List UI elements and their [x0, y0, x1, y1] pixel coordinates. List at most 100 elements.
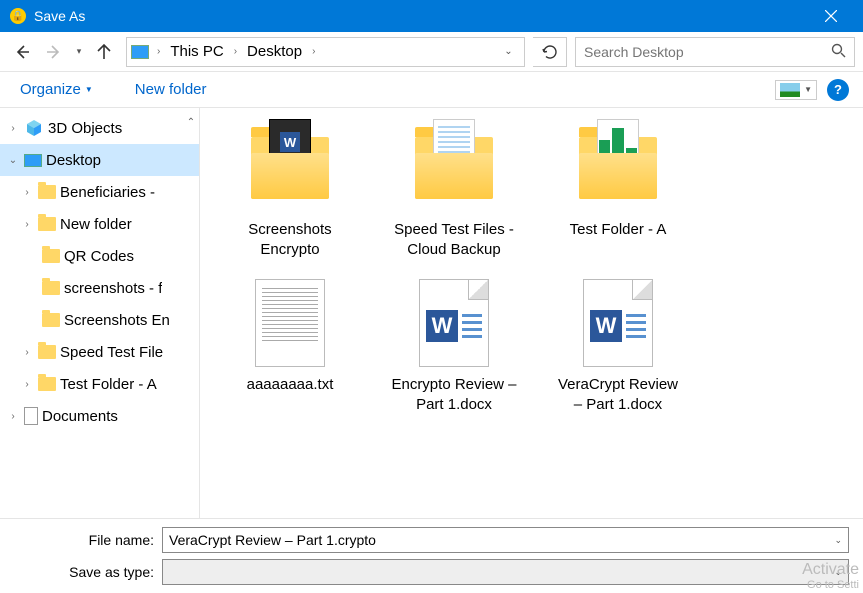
expand-toggle-icon[interactable] [20, 219, 34, 230]
help-button[interactable]: ? [827, 79, 849, 101]
app-lock-icon: 🔒 [10, 8, 26, 24]
tree-item-3dobjects[interactable]: 3D Objects [0, 112, 199, 144]
expand-toggle-icon[interactable] [20, 187, 34, 198]
file-item-veracrypt-review[interactable]: W VeraCrypt Review – Part 1.docx [548, 271, 688, 418]
file-thumbnail [242, 275, 338, 371]
arrow-up-icon [95, 43, 113, 61]
file-item-speedtest-files[interactable]: Speed Test Files - Cloud Backup [384, 116, 524, 263]
file-item-screenshots-encrypto[interactable]: W Screenshots Encrypto [220, 116, 360, 263]
tree-item-beneficiaries[interactable]: Beneficiaries - [0, 176, 199, 208]
chevron-right-icon[interactable]: › [310, 46, 317, 57]
up-button[interactable] [90, 38, 118, 66]
expand-toggle-icon[interactable] [6, 123, 20, 134]
folder-icon [42, 313, 60, 327]
file-grid[interactable]: W Screenshots Encrypto Speed Test Files - … [200, 108, 863, 518]
file-item-aaaaaaaa[interactable]: aaaaaaaa.txt [220, 271, 360, 418]
close-button[interactable] [808, 0, 853, 32]
file-item-encrypto-review[interactable]: W Encrypto Review – Part 1.docx [384, 271, 524, 418]
tree-item-label: New folder [60, 216, 132, 233]
chevron-right-icon[interactable]: › [232, 46, 239, 57]
scroll-up-icon[interactable]: ⌃ [183, 112, 199, 132]
tree-item-newfolder[interactable]: New folder [0, 208, 199, 240]
file-label: VeraCrypt Review – Part 1.docx [552, 375, 684, 414]
tree-item-label: Speed Test File [60, 344, 163, 361]
file-thumbnail [406, 120, 502, 216]
chevron-right-icon[interactable]: › [155, 46, 162, 57]
address-bar[interactable]: › This PC › Desktop › ⌄ [126, 37, 525, 67]
tree-item-label: Beneficiaries - [60, 184, 155, 201]
chevron-down-icon[interactable]: ⌄ [834, 567, 842, 578]
expand-toggle-icon[interactable] [20, 379, 34, 390]
body-pane: ⌃ 3D Objects Desktop Beneficiaries - New f… [0, 108, 863, 518]
tree-item-screenshots-en[interactable]: Screenshots En [0, 304, 199, 336]
breadcrumb-thispc[interactable]: This PC [164, 41, 229, 62]
address-dropdown[interactable]: ⌄ [496, 38, 520, 66]
file-label: Speed Test Files - Cloud Backup [388, 220, 520, 259]
folder-icon [38, 217, 56, 231]
folder-icon [38, 345, 56, 359]
filename-label: File name: [14, 532, 154, 548]
tree-item-label: QR Codes [64, 248, 134, 265]
forward-button[interactable] [40, 38, 68, 66]
file-item-testfolder-a[interactable]: Test Folder - A [548, 116, 688, 263]
tree-item-label: Documents [42, 408, 118, 425]
tree-item-label: screenshots - f [64, 280, 162, 297]
file-label: Screenshots Encrypto [224, 220, 356, 259]
savetype-label: Save as type: [14, 564, 154, 580]
new-folder-label: New folder [135, 81, 207, 98]
file-thumbnail [570, 120, 666, 216]
file-label: Test Folder - A [570, 220, 667, 240]
arrow-left-icon [13, 43, 31, 61]
tree-item-label: Desktop [46, 152, 101, 169]
nav-bar: ▾ › This PC › Desktop › ⌄ [0, 32, 863, 72]
tree-item-testfolder[interactable]: Test Folder - A [0, 368, 199, 400]
tree-item-label: Screenshots En [64, 312, 170, 329]
file-label: Encrypto Review – Part 1.docx [388, 375, 520, 414]
back-button[interactable] [8, 38, 36, 66]
filename-value: VeraCrypt Review – Part 1.crypto [169, 532, 376, 548]
close-icon [825, 10, 837, 22]
file-thumbnail: W [570, 275, 666, 371]
folder-icon [42, 281, 60, 295]
expand-toggle-icon[interactable] [6, 155, 20, 166]
search-box[interactable] [575, 37, 855, 67]
folder-tree[interactable]: ⌃ 3D Objects Desktop Beneficiaries - New f… [0, 108, 200, 518]
savetype-combo[interactable]: ⌄ [162, 559, 849, 585]
organize-label: Organize [20, 81, 81, 98]
arrow-right-icon [45, 43, 63, 61]
toolbar: Organize ▼ New folder ▼ ? [0, 72, 863, 108]
refresh-icon [542, 44, 558, 60]
tree-item-documents[interactable]: Documents [0, 400, 199, 432]
cube-icon [24, 120, 44, 136]
view-options-button[interactable]: ▼ [775, 80, 817, 100]
tree-item-desktop[interactable]: Desktop [0, 144, 199, 176]
new-folder-button[interactable]: New folder [129, 77, 213, 102]
help-icon: ? [834, 82, 842, 97]
organize-button[interactable]: Organize ▼ [14, 77, 99, 102]
file-label: aaaaaaaa.txt [247, 375, 334, 395]
file-thumbnail: W [406, 275, 502, 371]
recent-dropdown[interactable]: ▾ [72, 38, 86, 66]
breadcrumb-desktop[interactable]: Desktop [241, 41, 308, 62]
tree-item-qrcodes[interactable]: QR Codes [0, 240, 199, 272]
monitor-icon [24, 154, 42, 167]
picture-icon [780, 83, 800, 97]
tree-item-speedtest[interactable]: Speed Test File [0, 336, 199, 368]
file-thumbnail: W [242, 120, 338, 216]
folder-icon [38, 377, 56, 391]
title-bar: 🔒 Save As [0, 0, 863, 32]
expand-toggle-icon[interactable] [6, 411, 20, 422]
expand-toggle-icon[interactable] [20, 347, 34, 358]
tree-item-screenshots-f[interactable]: screenshots - f [0, 272, 199, 304]
refresh-button[interactable] [533, 37, 567, 67]
window-title: Save As [34, 8, 808, 24]
tree-item-label: Test Folder - A [60, 376, 157, 393]
chevron-down-icon: ▼ [804, 85, 812, 94]
chevron-down-icon[interactable]: ⌄ [834, 535, 842, 546]
tree-item-label: 3D Objects [48, 120, 122, 137]
filename-combo[interactable]: VeraCrypt Review – Part 1.crypto ⌄ [162, 527, 849, 553]
search-input[interactable] [584, 44, 831, 60]
doc-icon [24, 407, 38, 425]
search-icon[interactable] [831, 43, 846, 61]
folder-icon [42, 249, 60, 263]
